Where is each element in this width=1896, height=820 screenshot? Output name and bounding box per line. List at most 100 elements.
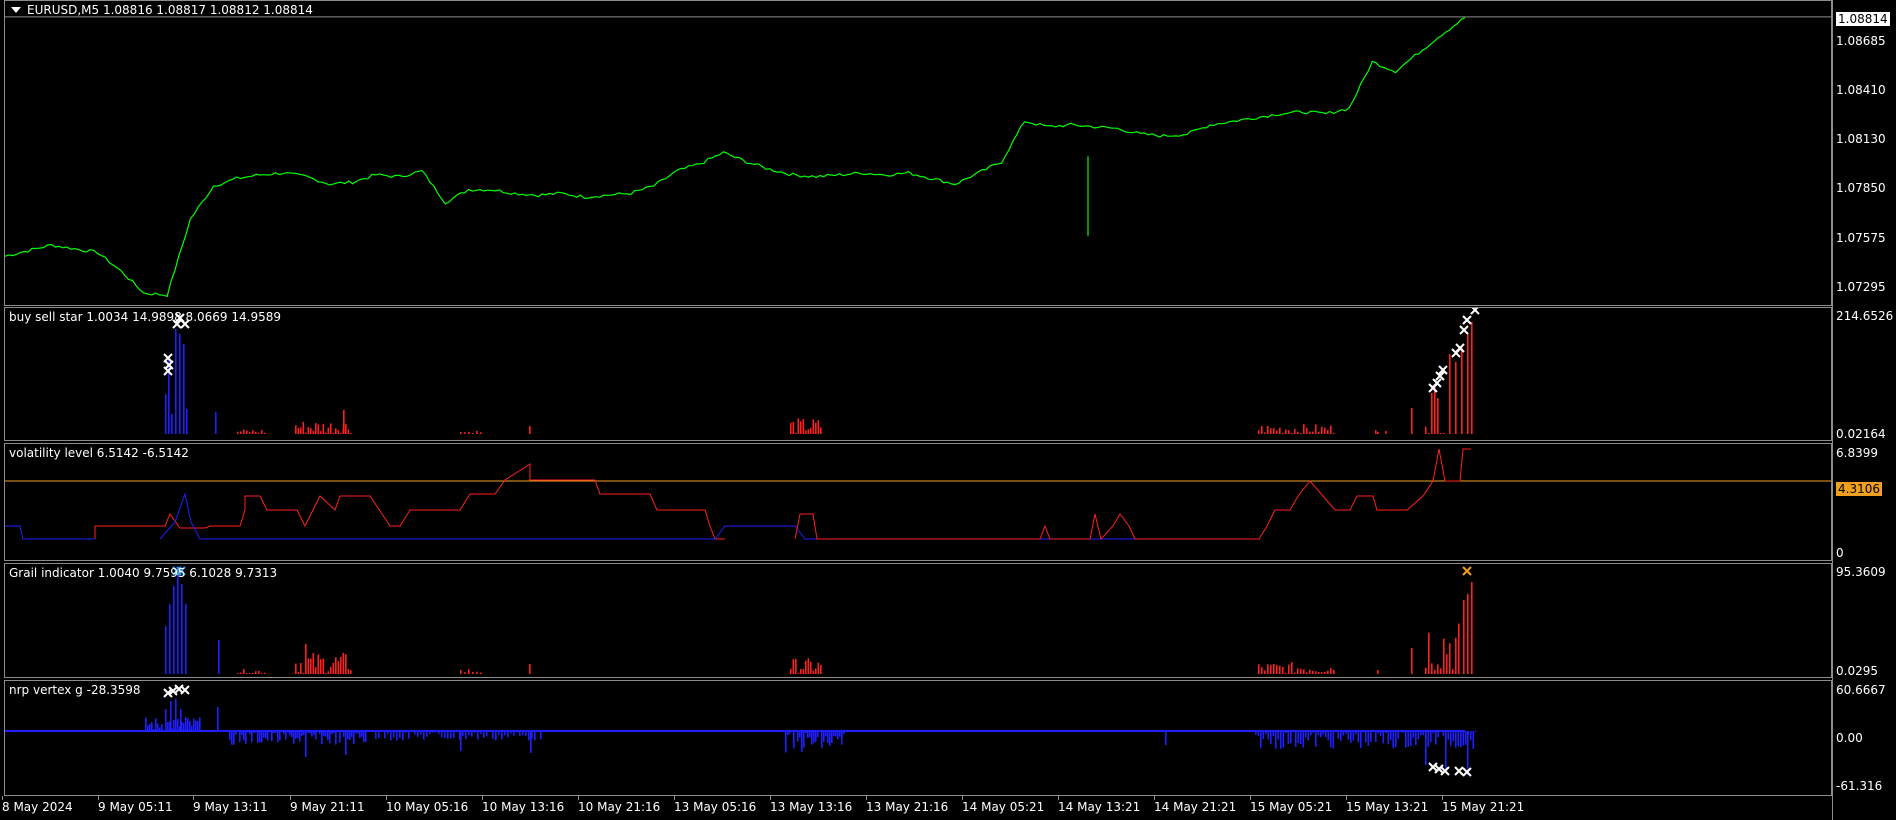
grail-sell-bar (1440, 668, 1442, 674)
nrp-down-bar (1347, 731, 1350, 740)
nrp-down-bar (233, 731, 235, 745)
nrp-up-bar (165, 709, 167, 731)
nrp-down-bar (347, 731, 349, 740)
time-label: 10 May 05:16 (386, 800, 469, 814)
nrp-down-bar (799, 731, 801, 738)
nrp-down-bar (1382, 731, 1385, 744)
nrp-down-bar (837, 731, 839, 740)
bss-sell-bar (1267, 426, 1269, 434)
nrp-down-bar (355, 731, 357, 734)
nrp-down-bar (495, 731, 497, 741)
nrp-down-bar (1290, 731, 1292, 744)
grail-sell-bar (1321, 672, 1323, 674)
nrp-down-bar (474, 731, 476, 733)
nrp-down-bar (414, 731, 416, 735)
bss-sell-bar (1449, 354, 1451, 434)
vol-buy-line (5, 525, 95, 540)
grail-pane[interactable]: Grail indicator 1.0040 9.7595 6.1028 9.7… (4, 563, 1832, 678)
nrp-down-bar (375, 731, 377, 739)
bss-sell-bar (800, 421, 802, 434)
time-label: 10 May 13:16 (482, 800, 565, 814)
nrp-down-bar (225, 731, 227, 732)
nrp-down-bar (1452, 731, 1455, 742)
nrp-down-bar (519, 731, 521, 736)
nrp-down-bar (1292, 731, 1295, 733)
nrp-down-bar (1362, 731, 1365, 733)
price-scale[interactable] (1832, 0, 1896, 820)
time-axis[interactable]: 8 May 2024 9 May 05:11 9 May 13:11 9 May 21… (0, 796, 1832, 820)
nrp-down-bar (1375, 731, 1377, 742)
bss-sell-bar (1297, 431, 1299, 434)
bss-sell-bar (297, 427, 300, 434)
bss-sell-bar (805, 430, 807, 434)
bss-sell-bar (337, 430, 340, 434)
nrp-up-bar (147, 725, 149, 731)
nrp-down-bar (341, 731, 343, 732)
nrp-down-bar (1440, 731, 1442, 732)
nrp-down-bar (483, 731, 485, 739)
grail-sell-bar (297, 671, 300, 674)
nrp-down-bar (405, 731, 407, 733)
bss-sell-bar (815, 422, 817, 434)
nrp-down-bar (468, 731, 470, 736)
nrp-down-bar (305, 731, 307, 757)
bss-sell-bar (1258, 430, 1260, 434)
bss-sell-bar (529, 426, 531, 434)
nrp-title: nrp vertex g -28.3598 (9, 683, 141, 697)
nrp-down-bar (1367, 731, 1370, 746)
bss-sell-bar (1303, 424, 1305, 434)
grail-buy-bar (177, 570, 179, 674)
nrp-down-bar (283, 731, 285, 734)
nrp-down-bar (843, 731, 845, 735)
nrp-down-bar (525, 731, 527, 736)
nrp-down-bar (257, 731, 259, 743)
price-pane[interactable]: EURUSD,M5 1.08816 1.08817 1.08812 1.0881… (4, 0, 1832, 306)
nrp-down-bar (390, 731, 392, 741)
nrp-down-bar (1472, 731, 1475, 749)
buy-sell-star-pane[interactable]: buy sell star 1.0034 14.9898 8.0669 14.9… (4, 307, 1832, 441)
grail-sell-bar (317, 654, 320, 674)
nrp-down-bar (251, 731, 253, 743)
bss-sell-bar (307, 427, 310, 434)
nrp-down-bar (444, 731, 446, 739)
time-label: 14 May 21:21 (1154, 800, 1237, 814)
nrp-up-bar (161, 724, 163, 731)
bss-sell-bar (1318, 431, 1320, 434)
nrp-down-bar (361, 731, 363, 737)
grail-sell-bar (1276, 665, 1278, 674)
nrp-down-bar (1450, 731, 1452, 746)
grail-sell-bar (480, 672, 482, 674)
nrp-down-bar (303, 731, 305, 736)
volatility-pane[interactable]: volatility level 6.5142 -6.5142 (4, 443, 1832, 561)
nrp-down-bar (335, 731, 337, 745)
nrp-down-bar (1412, 731, 1415, 738)
nrp-down-bar (1420, 731, 1422, 736)
bss-sell-bar (468, 431, 470, 434)
nrp-down-bar (516, 731, 518, 733)
time-label: 13 May 21:16 (866, 800, 949, 814)
nrp-down-bar (1417, 731, 1420, 740)
nrp-down-bar (486, 731, 488, 737)
bss-sell-bar (1443, 433, 1445, 434)
bss-marker-icon (1470, 308, 1480, 315)
nrp-down-bar (411, 731, 413, 732)
nrp-down-bar (327, 731, 329, 741)
nrp-down-bar (359, 731, 361, 739)
grail-buy-bar (181, 584, 183, 674)
time-label: 9 May 05:11 (98, 800, 173, 814)
nrp-down-bar (477, 731, 479, 740)
nrp-down-bar (365, 731, 367, 742)
bss-sell-bar (1437, 398, 1439, 434)
nrp-down-bar (378, 731, 380, 738)
grail-sell-bar (1458, 623, 1460, 674)
grail-sell-bar (327, 671, 330, 674)
time-label: 9 May 13:11 (193, 800, 268, 814)
nrp-down-bar (1257, 731, 1260, 736)
bss-sell-bar (320, 431, 322, 434)
grail-max-label: 95.3609 (1836, 565, 1886, 579)
nrp-down-bar (1300, 731, 1302, 745)
nrp-down-bar (1475, 731, 1477, 732)
nrp-pane[interactable]: nrp vertex g -28.3598 (4, 680, 1832, 796)
bss-sell-bar (795, 432, 797, 434)
nrp-down-bar (1470, 731, 1472, 741)
